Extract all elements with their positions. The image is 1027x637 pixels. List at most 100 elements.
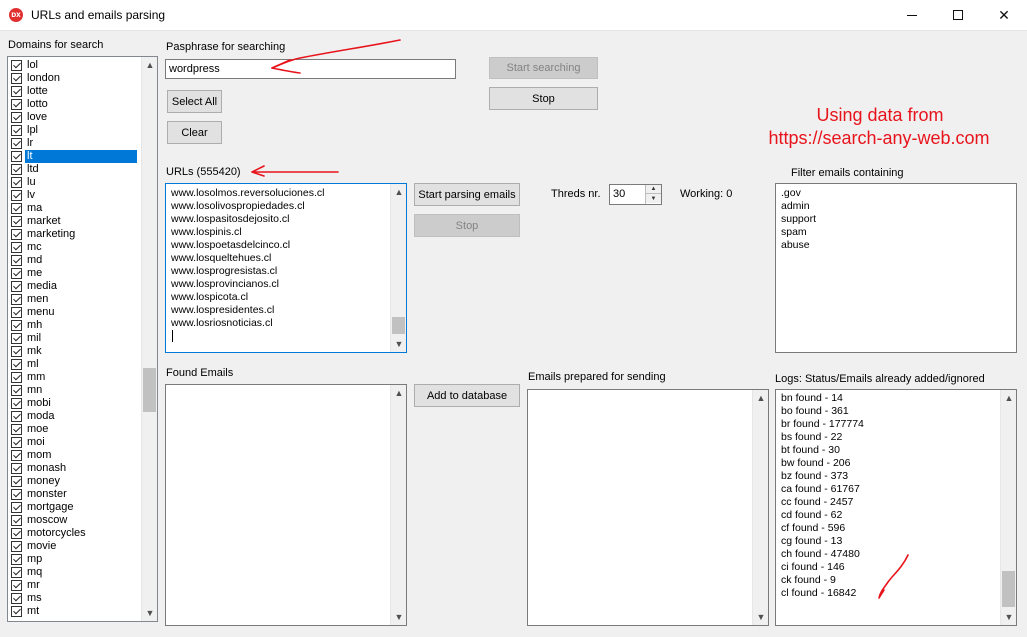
- domain-item[interactable]: movie: [11, 540, 58, 553]
- domains-scrollbar[interactable]: ▲ ▼: [141, 57, 157, 621]
- scroll-up-icon[interactable]: ▲: [142, 57, 157, 73]
- domain-checkbox[interactable]: [11, 515, 22, 526]
- domain-checkbox[interactable]: [11, 554, 22, 565]
- domain-checkbox[interactable]: [11, 125, 22, 136]
- domain-item[interactable]: lotte: [11, 85, 50, 98]
- scroll-up-icon[interactable]: ▲: [391, 184, 406, 200]
- domain-checkbox[interactable]: [11, 268, 22, 279]
- threads-spinner[interactable]: 30 ▲ ▼: [609, 184, 662, 205]
- add-to-database-button[interactable]: Add to database: [414, 384, 520, 407]
- close-button[interactable]: ✕: [981, 0, 1027, 30]
- domain-checkbox[interactable]: [11, 255, 22, 266]
- domain-item[interactable]: money: [11, 475, 62, 488]
- domain-item[interactable]: media: [11, 280, 59, 293]
- domain-item[interactable]: motorcycles: [11, 527, 88, 540]
- scrollbar-thumb[interactable]: [392, 317, 405, 334]
- domain-item[interactable]: ml: [11, 358, 41, 371]
- domain-item[interactable]: mr: [11, 579, 42, 592]
- domain-item[interactable]: mh: [11, 319, 44, 332]
- scrollbar-thumb[interactable]: [143, 368, 156, 412]
- domain-item[interactable]: mp: [11, 553, 44, 566]
- start-parsing-button[interactable]: Start parsing emails: [414, 183, 520, 206]
- spin-up-icon[interactable]: ▲: [646, 185, 661, 194]
- domain-checkbox[interactable]: [11, 541, 22, 552]
- domain-checkbox[interactable]: [11, 502, 22, 513]
- minimize-button[interactable]: [889, 0, 935, 30]
- domain-checkbox[interactable]: [11, 476, 22, 487]
- domain-item[interactable]: mil: [11, 332, 43, 345]
- domain-checkbox[interactable]: [11, 177, 22, 188]
- domain-item[interactable]: ms: [11, 592, 44, 605]
- domain-item[interactable]: mobi: [11, 397, 53, 410]
- scroll-down-icon[interactable]: ▼: [753, 609, 768, 625]
- scroll-down-icon[interactable]: ▼: [391, 336, 406, 352]
- domain-checkbox[interactable]: [11, 333, 22, 344]
- domain-item[interactable]: lt: [11, 150, 137, 163]
- domain-item[interactable]: ma: [11, 202, 44, 215]
- domain-checkbox[interactable]: [11, 242, 22, 253]
- domain-item[interactable]: love: [11, 111, 49, 124]
- passphrase-input[interactable]: wordpress: [165, 59, 456, 79]
- domain-item[interactable]: mk: [11, 345, 44, 358]
- select-all-button[interactable]: Select All: [167, 90, 222, 113]
- domain-item[interactable]: moda: [11, 410, 57, 423]
- domain-checkbox[interactable]: [11, 346, 22, 357]
- urls-textarea[interactable]: ▲ ▼ www.losolmos.reversoluciones.cl www.l…: [165, 183, 407, 353]
- logs-textarea[interactable]: ▲ ▼ bn found - 14 bo found - 361 br found …: [775, 389, 1017, 626]
- prepared-emails-textarea[interactable]: ▲ ▼: [527, 389, 769, 626]
- start-searching-button[interactable]: Start searching: [489, 57, 598, 79]
- domain-item[interactable]: mq: [11, 566, 44, 579]
- domain-item[interactable]: market: [11, 215, 63, 228]
- domain-checkbox[interactable]: [11, 294, 22, 305]
- scroll-down-icon[interactable]: ▼: [1001, 609, 1016, 625]
- domain-item[interactable]: mom: [11, 449, 53, 462]
- scrollbar-thumb[interactable]: [1002, 571, 1015, 607]
- domain-checkbox[interactable]: [11, 593, 22, 604]
- domain-checkbox[interactable]: [11, 164, 22, 175]
- domain-checkbox[interactable]: [11, 359, 22, 370]
- domain-checkbox[interactable]: [11, 437, 22, 448]
- filter-textarea[interactable]: .gov admin support spam abuse: [775, 183, 1017, 353]
- domain-item[interactable]: london: [11, 72, 62, 85]
- domain-item[interactable]: me: [11, 267, 44, 280]
- domain-item[interactable]: moe: [11, 423, 50, 436]
- urls-scrollbar[interactable]: ▲ ▼: [390, 184, 406, 352]
- domain-item[interactable]: mt: [11, 605, 41, 618]
- spin-down-icon[interactable]: ▼: [646, 194, 661, 203]
- domain-checkbox[interactable]: [11, 385, 22, 396]
- domain-item[interactable]: mortgage: [11, 501, 75, 514]
- domain-checkbox[interactable]: [11, 424, 22, 435]
- domain-checkbox[interactable]: [11, 307, 22, 318]
- domain-item[interactable]: moscow: [11, 514, 69, 527]
- domain-checkbox[interactable]: [11, 60, 22, 71]
- domain-item[interactable]: mn: [11, 384, 44, 397]
- domain-item[interactable]: lol: [11, 59, 40, 72]
- found-emails-textarea[interactable]: ▲ ▼: [165, 384, 407, 626]
- scroll-down-icon[interactable]: ▼: [391, 609, 406, 625]
- domain-checkbox[interactable]: [11, 229, 22, 240]
- domain-item[interactable]: lr: [11, 137, 35, 150]
- domain-checkbox[interactable]: [11, 372, 22, 383]
- domain-item[interactable]: lv: [11, 189, 37, 202]
- scroll-up-icon[interactable]: ▲: [1001, 390, 1016, 406]
- domain-checkbox[interactable]: [11, 216, 22, 227]
- domain-checkbox[interactable]: [11, 203, 22, 214]
- domain-item[interactable]: lpl: [11, 124, 40, 137]
- domain-item[interactable]: mc: [11, 241, 44, 254]
- domain-checkbox[interactable]: [11, 411, 22, 422]
- scroll-up-icon[interactable]: ▲: [753, 390, 768, 406]
- domain-item[interactable]: mm: [11, 371, 47, 384]
- domain-checkbox[interactable]: [11, 528, 22, 539]
- stop-parsing-button[interactable]: Stop: [414, 214, 520, 237]
- domain-checkbox[interactable]: [11, 398, 22, 409]
- domain-checkbox[interactable]: [11, 463, 22, 474]
- domain-checkbox[interactable]: [11, 151, 22, 162]
- domain-checkbox[interactable]: [11, 86, 22, 97]
- domain-item[interactable]: ltd: [11, 163, 41, 176]
- domain-checkbox[interactable]: [11, 320, 22, 331]
- domain-item[interactable]: monash: [11, 462, 68, 475]
- domain-checkbox[interactable]: [11, 606, 22, 617]
- domain-item[interactable]: moi: [11, 436, 47, 449]
- domain-checkbox[interactable]: [11, 73, 22, 84]
- domain-item[interactable]: md: [11, 254, 44, 267]
